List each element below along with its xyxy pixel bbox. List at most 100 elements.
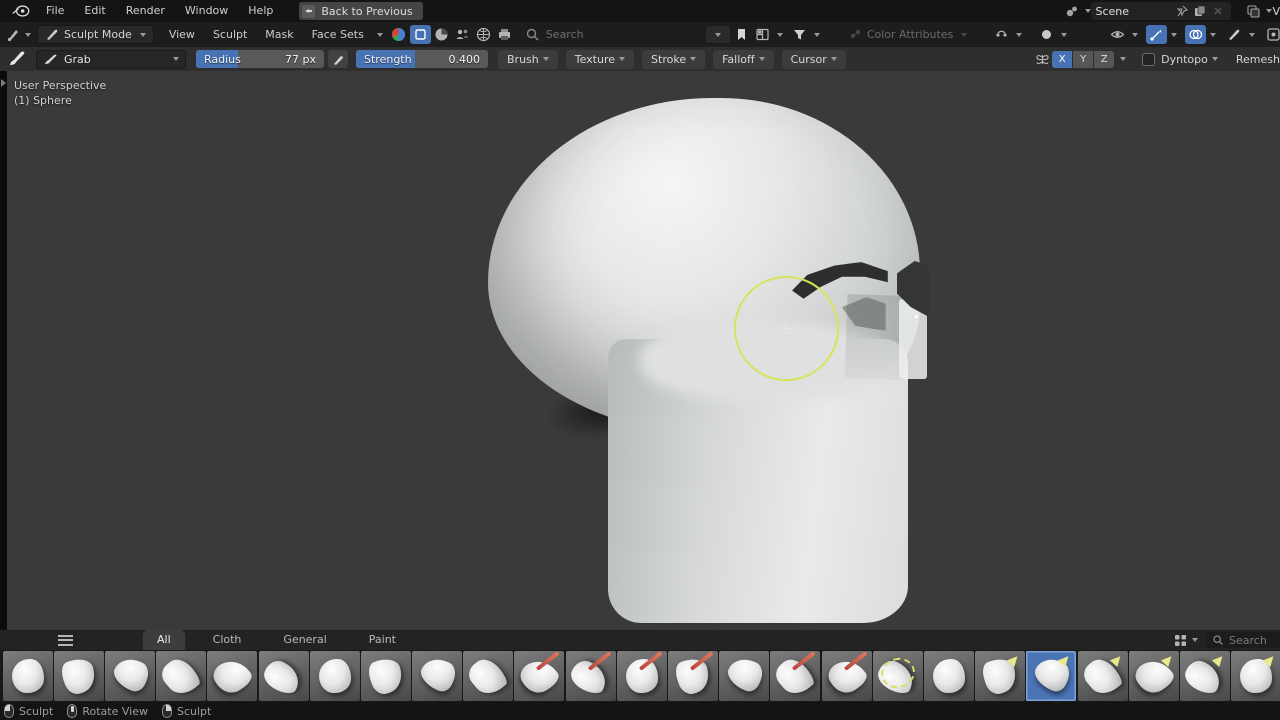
brush-thumbnail[interactable] [668, 651, 718, 701]
brush-thumbnail[interactable] [975, 651, 1025, 701]
view-layer-name[interactable]: V [1272, 5, 1280, 18]
new-scene-icon[interactable] [1193, 4, 1207, 18]
brush-thumbnail[interactable] [822, 651, 872, 701]
editor-type-icon[interactable] [6, 27, 21, 42]
brush-thumbnail[interactable] [566, 651, 616, 701]
shelf-tab-cloth[interactable]: Cloth [199, 630, 256, 650]
view-layer-icon[interactable] [1246, 4, 1260, 18]
3d-viewport[interactable]: User Perspective (1) Sphere [0, 71, 1280, 630]
brush-thumbnail-selected[interactable] [1026, 651, 1076, 701]
display-mode-chevron-icon[interactable] [1192, 638, 1198, 642]
layout-chevron-icon[interactable] [777, 33, 783, 37]
brush-thumbnail[interactable] [156, 651, 206, 701]
shelf-tab-all[interactable]: All [143, 630, 185, 650]
scene-name-field[interactable]: Scene [1091, 2, 1231, 20]
bookmark-icon[interactable] [731, 25, 752, 44]
overlays-chevron-icon[interactable] [1210, 33, 1216, 37]
unlink-scene-icon[interactable] [1211, 4, 1225, 18]
menus-overflow-chevron-icon[interactable] [377, 33, 383, 37]
brush-thumbnail[interactable] [1180, 651, 1230, 701]
menu-edit[interactable]: Edit [74, 0, 115, 22]
gizmo-icon[interactable] [1146, 25, 1167, 44]
brush-thumbnail[interactable] [463, 651, 513, 701]
shading-mode-icon[interactable] [1224, 25, 1245, 44]
back-to-previous-button[interactable]: Back to Previous [299, 2, 422, 20]
layout-icon[interactable] [752, 25, 773, 44]
pin-icon[interactable] [1175, 4, 1189, 18]
menu-mask[interactable]: Mask [256, 28, 302, 41]
proportional-edit-icon[interactable] [991, 25, 1012, 44]
editor-type-chevron-icon[interactable] [25, 33, 31, 37]
brush-thumbnail[interactable] [719, 651, 769, 701]
blender-logo-icon[interactable] [12, 4, 30, 18]
gizmo-chevron-icon[interactable] [1171, 33, 1177, 37]
brush-thumbnail[interactable] [207, 651, 257, 701]
clipped-edge-icon[interactable] [1263, 25, 1280, 44]
brush-thumbnail[interactable] [310, 651, 360, 701]
shelf-tab-general[interactable]: General [269, 630, 340, 650]
globe-icon[interactable] [473, 25, 494, 44]
menu-view[interactable]: View [160, 28, 204, 41]
brush-thumbnail[interactable] [873, 651, 923, 701]
printer-icon[interactable] [494, 25, 515, 44]
brush-thumbnail[interactable] [514, 651, 564, 701]
brush-thumbnail[interactable] [617, 651, 667, 701]
radius-pressure-icon[interactable] [328, 50, 348, 68]
brush-thumbnail[interactable] [770, 651, 820, 701]
mirror-chevron-icon[interactable] [1120, 57, 1126, 61]
collapsed-panel-chevron-icon[interactable] [705, 25, 731, 44]
brush-thumbnail[interactable] [105, 651, 155, 701]
display-mode-grid-icon[interactable] [1173, 633, 1188, 648]
texture-paint-icon[interactable] [410, 25, 431, 44]
stroke-panel-button[interactable]: Stroke [642, 50, 705, 69]
texture-panel-button[interactable]: Texture [566, 50, 634, 69]
brush-thumbnail[interactable] [54, 651, 104, 701]
overlays-icon[interactable] [1185, 25, 1206, 44]
brush-thumbnail[interactable] [259, 651, 309, 701]
mode-selector[interactable]: Sculpt Mode [37, 25, 154, 44]
dyntopo-checkbox[interactable] [1142, 53, 1155, 66]
dyntopo-label[interactable]: Dyntopo [1161, 53, 1208, 66]
brush-thumbnail[interactable] [924, 651, 974, 701]
brush-panel-button[interactable]: Brush [498, 50, 558, 69]
menu-face-sets[interactable]: Face Sets [303, 28, 373, 41]
brush-thumbnail[interactable] [1129, 651, 1179, 701]
radius-slider[interactable]: Radius 77 px [196, 50, 324, 68]
shading-mode-chevron-icon[interactable] [1249, 33, 1255, 37]
proportional-edit-chevron-icon[interactable] [1016, 33, 1022, 37]
filter-chevron-icon[interactable] [814, 33, 820, 37]
brush-thumbnail[interactable] [1231, 651, 1280, 701]
toolbar-expand-icon[interactable] [1, 79, 6, 87]
menu-render[interactable]: Render [116, 0, 175, 22]
filter-icon[interactable] [789, 25, 810, 44]
cursor-panel-button[interactable]: Cursor [782, 50, 846, 69]
brush-selector[interactable]: Grab [36, 50, 186, 69]
visibility-icon[interactable] [1107, 25, 1128, 44]
falloff-circle-icon[interactable] [1036, 25, 1057, 44]
brush-thumbnail[interactable] [1078, 651, 1128, 701]
remesh-label[interactable]: Remesh [1236, 53, 1280, 66]
mask-sphere-icon[interactable] [431, 25, 452, 44]
visibility-chevron-icon[interactable] [1132, 33, 1138, 37]
falloff-circle-chevron-icon[interactable] [1061, 33, 1067, 37]
mirror-x-toggle[interactable]: X [1052, 51, 1072, 68]
menu-file[interactable]: File [36, 0, 74, 22]
scene-browse-icon[interactable] [1065, 4, 1079, 18]
active-brush-tool-icon[interactable] [8, 50, 26, 68]
brush-thumbnail[interactable] [361, 651, 411, 701]
shelf-menu-icon[interactable] [58, 635, 73, 646]
menu-sculpt[interactable]: Sculpt [204, 28, 256, 41]
menu-help[interactable]: Help [238, 0, 283, 22]
falloff-panel-button[interactable]: Falloff [713, 50, 773, 69]
menu-window[interactable]: Window [175, 0, 238, 22]
dyntopo-chevron-icon[interactable] [1212, 57, 1218, 61]
header-search[interactable]: Search [525, 27, 675, 42]
strength-slider[interactable]: Strength 0.400 [356, 50, 488, 68]
brush-thumbnail[interactable] [412, 651, 462, 701]
brush-thumbnail[interactable] [3, 651, 53, 701]
shelf-tab-paint[interactable]: Paint [355, 630, 410, 650]
users-icon[interactable] [452, 25, 473, 44]
mirror-z-toggle[interactable]: Z [1094, 51, 1114, 68]
shading-ball-icon[interactable] [391, 27, 406, 42]
shelf-search-field[interactable]: Search [1206, 632, 1280, 648]
